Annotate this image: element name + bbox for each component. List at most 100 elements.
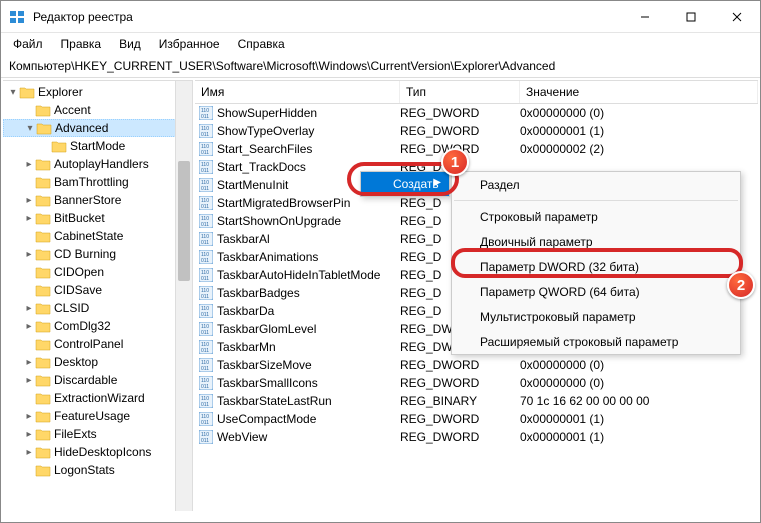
svg-text:011: 011 — [201, 294, 209, 300]
svg-text:011: 011 — [201, 348, 209, 354]
address-bar[interactable]: Компьютер\HKEY_CURRENT_USER\Software\Mic… — [1, 55, 760, 78]
window-controls — [622, 2, 760, 32]
tree-item[interactable]: CIDOpen — [3, 263, 192, 281]
value-type: REG_DWORD — [400, 358, 520, 372]
value-type: REG_DWORD — [400, 142, 520, 156]
tree-item[interactable]: BamThrottling — [3, 173, 192, 191]
tree-item[interactable]: ▸CD Burning — [3, 245, 192, 263]
table-row[interactable]: 110011ShowSuperHiddenREG_DWORD0x00000000… — [195, 104, 758, 122]
submenu-separator — [454, 200, 738, 201]
tree-item[interactable]: LogonStats — [3, 461, 192, 479]
context-menu: Создать ▶ — [360, 171, 450, 197]
registry-value-icon: 110011 — [199, 430, 213, 444]
table-row[interactable]: 110011TaskbarSmallIconsREG_DWORD0x000000… — [195, 374, 758, 392]
tree-item[interactable]: ControlPanel — [3, 335, 192, 353]
tree-label: Accent — [54, 103, 91, 117]
menu-view[interactable]: Вид — [111, 35, 149, 53]
submenu-dword[interactable]: Параметр DWORD (32 бита) — [452, 254, 740, 279]
tree-label: BannerStore — [54, 193, 121, 207]
tree-label: CD Burning — [54, 247, 116, 261]
value-name: TaskbarAl — [217, 232, 270, 246]
value-data: 0x00000001 (1) — [520, 430, 758, 444]
value-data: 0x00000000 (0) — [520, 376, 758, 390]
value-name: ShowTypeOverlay — [217, 124, 314, 138]
value-type: REG_DWORD — [400, 412, 520, 426]
table-row[interactable]: 110011UseCompactModeREG_DWORD0x00000001 … — [195, 410, 758, 428]
value-name: TaskbarSmallIcons — [217, 376, 318, 390]
app-icon — [9, 9, 25, 25]
close-button[interactable] — [714, 2, 760, 32]
tree-item[interactable]: ▸FeatureUsage — [3, 407, 192, 425]
tree-item[interactable]: CabinetState — [3, 227, 192, 245]
table-row[interactable]: 110011TaskbarSizeMoveREG_DWORD0x00000000… — [195, 356, 758, 374]
tree-label: CabinetState — [54, 229, 123, 243]
value-name: StartMenuInit — [217, 178, 288, 192]
menu-edit[interactable]: Правка — [53, 35, 110, 53]
maximize-button[interactable] — [668, 2, 714, 32]
context-menu-create[interactable]: Создать ▶ — [361, 172, 449, 196]
column-name[interactable]: Имя — [195, 81, 400, 103]
folder-icon — [35, 392, 51, 405]
value-name: TaskbarDa — [217, 304, 274, 318]
table-row[interactable]: 110011TaskbarStateLastRunREG_BINARY70 1c… — [195, 392, 758, 410]
menu-favorites[interactable]: Избранное — [151, 35, 228, 53]
value-name: WebView — [217, 430, 267, 444]
tree-label: StartMode — [70, 139, 125, 153]
folder-icon — [35, 302, 51, 315]
registry-value-icon: 110011 — [199, 250, 213, 264]
table-row[interactable]: 110011 WebView REG_DWORD0x00000001 (1) — [195, 428, 758, 446]
minimize-button[interactable] — [622, 2, 668, 32]
value-name: ShowSuperHidden — [217, 106, 317, 120]
tree-item[interactable]: ▸FileExts — [3, 425, 192, 443]
tree-pane: ▾Explorer Accent ▾Advanced StartMode ▸Autopl… — [3, 80, 193, 511]
table-row[interactable]: 110011Start_SearchFilesREG_DWORD0x000000… — [195, 140, 758, 158]
registry-value-icon: 110011 — [199, 412, 213, 426]
tree-label: Discardable — [54, 373, 117, 387]
tree-item[interactable]: ▸Desktop — [3, 353, 192, 371]
tree-item[interactable]: ▸AutoplayHandlers — [3, 155, 192, 173]
column-type[interactable]: Тип — [400, 81, 520, 103]
folder-icon — [36, 122, 52, 135]
tree-item[interactable]: Accent — [3, 101, 192, 119]
menu-help[interactable]: Справка — [230, 35, 293, 53]
registry-value-icon: 110011 — [199, 178, 213, 192]
table-row[interactable]: 110011ShowTypeOverlayREG_DWORD0x00000001… — [195, 122, 758, 140]
tree-item[interactable]: ▾Advanced — [3, 119, 192, 137]
svg-text:011: 011 — [201, 312, 209, 318]
svg-text:011: 011 — [201, 402, 209, 408]
folder-icon — [35, 338, 51, 351]
submenu-expandstring[interactable]: Расширяемый строковый параметр — [452, 329, 740, 354]
tree-item-root[interactable]: ▾Explorer — [3, 83, 192, 101]
tree-item[interactable]: ▸ComDlg32 — [3, 317, 192, 335]
submenu: Раздел Строковый параметр Двоичный парам… — [451, 171, 741, 355]
tree-item[interactable]: CIDSave — [3, 281, 192, 299]
tree-scrollbar[interactable] — [175, 81, 192, 511]
svg-text:011: 011 — [201, 366, 209, 372]
tree-item[interactable]: StartMode — [3, 137, 192, 155]
svg-text:011: 011 — [201, 150, 209, 156]
tree-label: Advanced — [55, 121, 108, 135]
tree-item[interactable]: ▸BannerStore — [3, 191, 192, 209]
folder-icon — [35, 320, 51, 333]
tree-item[interactable]: ▸BitBucket — [3, 209, 192, 227]
value-type: REG_DWORD — [400, 430, 520, 444]
registry-value-icon: 110011 — [199, 196, 213, 210]
submenu-key[interactable]: Раздел — [452, 172, 740, 197]
submenu-binary[interactable]: Двоичный параметр — [452, 229, 740, 254]
tree-item[interactable]: ▸HideDesktopIcons — [3, 443, 192, 461]
chevron-right-icon: ▶ — [433, 177, 441, 188]
tree-item[interactable]: ▸CLSID — [3, 299, 192, 317]
tree-item[interactable]: ExtractionWizard — [3, 389, 192, 407]
value-type: REG_DWORD — [400, 106, 520, 120]
folder-icon — [35, 104, 51, 117]
tree-label: CIDSave — [54, 283, 102, 297]
value-type: REG_BINARY — [400, 394, 520, 408]
submenu-string[interactable]: Строковый параметр — [452, 204, 740, 229]
submenu-multistring[interactable]: Мультистроковый параметр — [452, 304, 740, 329]
menu-file[interactable]: Файл — [5, 35, 51, 53]
submenu-qword[interactable]: Параметр QWORD (64 бита) — [452, 279, 740, 304]
tree-item[interactable]: ▸Discardable — [3, 371, 192, 389]
column-value[interactable]: Значение — [520, 81, 758, 103]
folder-icon — [35, 446, 51, 459]
registry-value-icon: 110011 — [199, 358, 213, 372]
